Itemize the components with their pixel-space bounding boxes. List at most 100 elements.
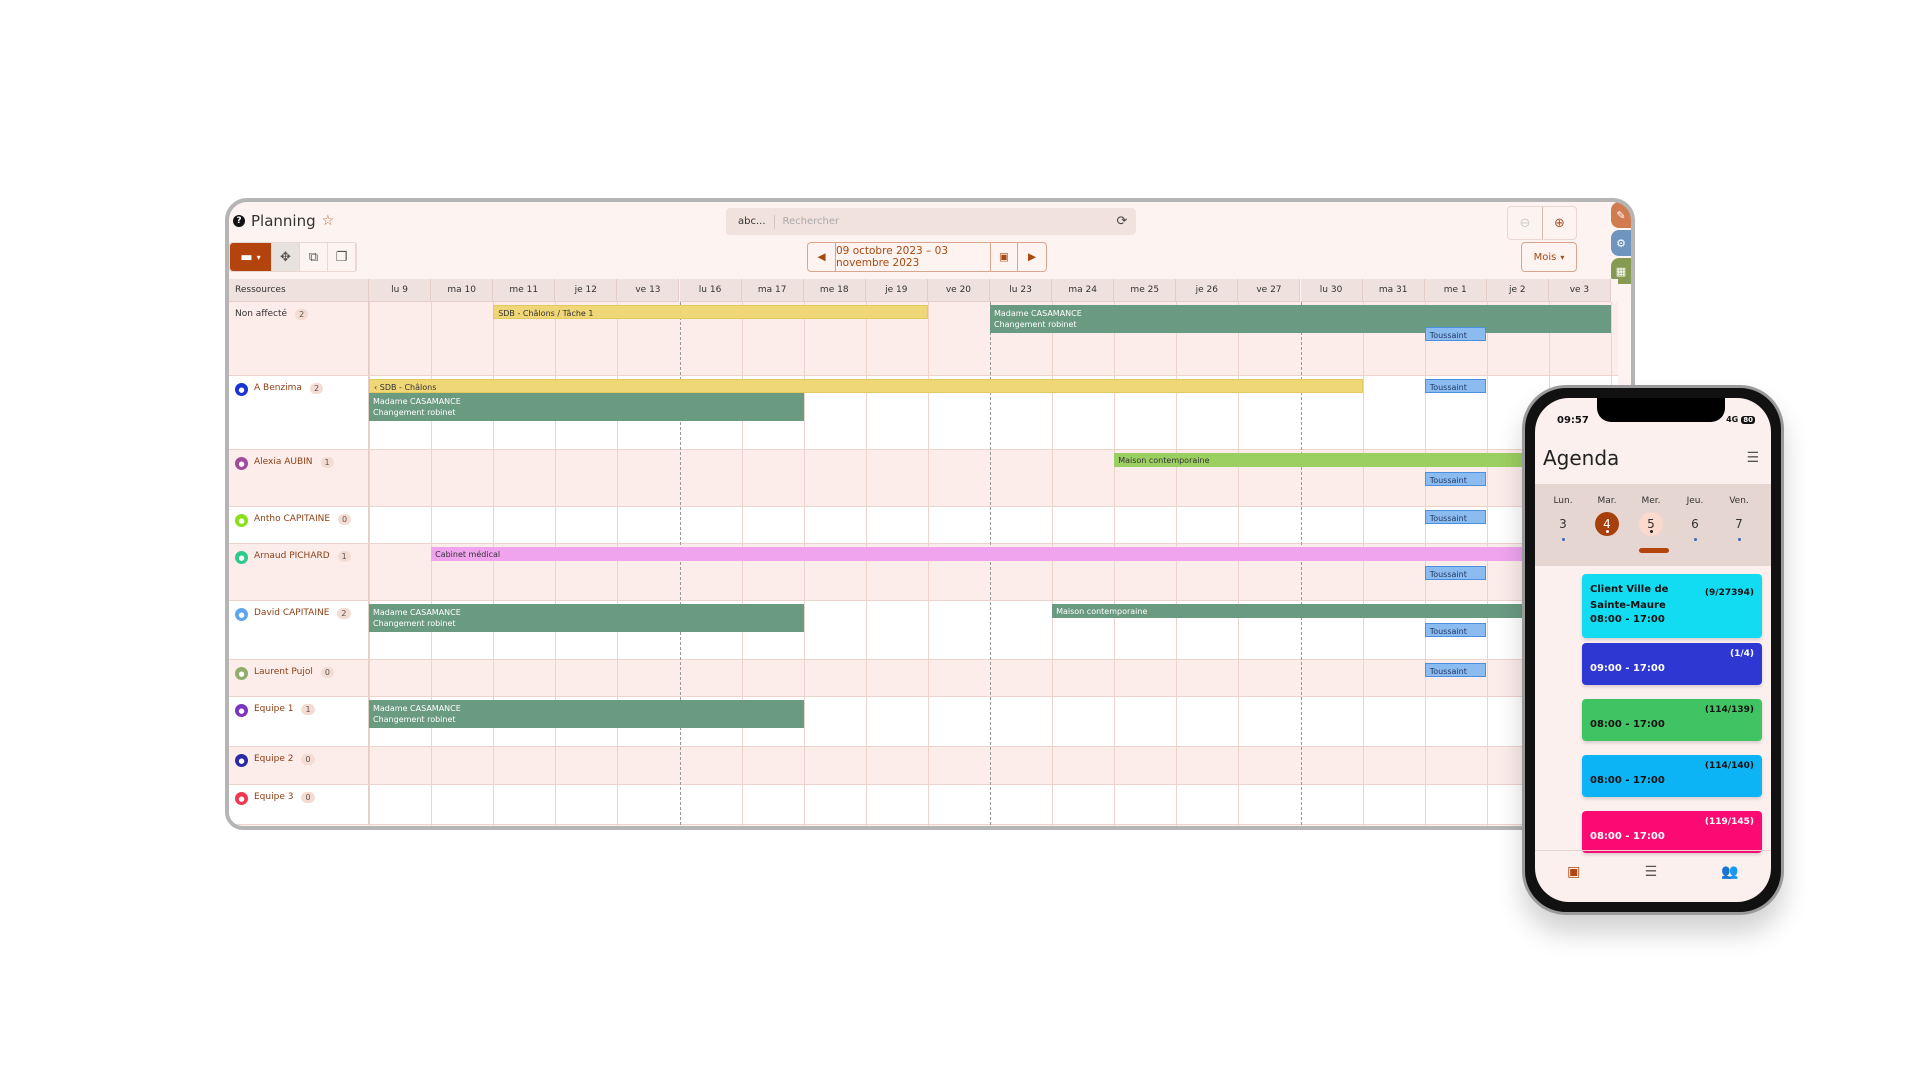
planning-event[interactable]: Toussaint — [1424, 623, 1486, 637]
planning-event[interactable]: Cabinet médical — [431, 547, 1611, 561]
event-title: Madame CASAMANCE — [994, 309, 1082, 318]
planning-event[interactable]: Madame CASAMANCE Changement robinet — [369, 393, 804, 421]
event-subtitle: Changement robinet — [373, 715, 456, 724]
week-day-label: Mar. — [1597, 496, 1617, 506]
phone-mockup: 09:57 4G 80 Agenda ☰ Lun. 3 Mar. 4 Mer. 5 Jeu.… — [1522, 385, 1784, 915]
resource-label[interactable]: ● Arnaud PICHARD 1 — [229, 544, 369, 600]
event-title: ‹ SDB - Châlons — [374, 383, 437, 392]
search-input[interactable]: Rechercher — [775, 216, 1108, 227]
resource-row[interactable]: ● Antho CAPITAINE 0 — [229, 507, 1618, 544]
week-day[interactable]: Mer. 5 — [1631, 496, 1671, 536]
week-day[interactable]: Jeu. 6 — [1675, 496, 1715, 541]
move-button[interactable]: ✥ — [272, 243, 300, 271]
favorite-star-icon[interactable]: ☆ — [322, 213, 335, 229]
event-title: Toussaint — [1429, 667, 1467, 676]
phone-notch — [1597, 398, 1725, 422]
team-avatar-icon: ● — [235, 792, 248, 805]
agenda-event-count: (114/140) — [1704, 761, 1754, 771]
move-icon: ✥ — [280, 249, 291, 265]
tab-list-icon[interactable]: ☰ — [1645, 864, 1658, 880]
week-strip-handle[interactable] — [1639, 548, 1669, 553]
date-range-label[interactable]: 09 octobre 2023 – 03 novembre 2023 — [836, 243, 991, 271]
event-title: Toussaint — [1429, 476, 1467, 485]
agenda-event-card[interactable]: 08:00 - 17:00 (114/140) — [1582, 755, 1762, 797]
planning-event[interactable]: Toussaint — [1424, 566, 1486, 580]
resource-label[interactable]: ● Equipe 2 0 — [229, 747, 369, 784]
hamburger-menu-icon[interactable]: ☰ — [1746, 450, 1759, 466]
agenda-event-time: 09:00 - 17:00 — [1590, 663, 1665, 674]
week-strip: Lun. 3 Mar. 4 Mer. 5 Jeu. 6 Ven. 7 — [1535, 484, 1771, 566]
agenda-event-time: 08:00 - 17:00 — [1590, 775, 1665, 786]
agenda-event-card[interactable]: 08:00 - 17:00 (119/145) — [1582, 811, 1762, 853]
resource-row[interactable]: ● Laurent Pujol 0 — [229, 660, 1618, 697]
agenda-event-time: 08:00 - 17:00 — [1590, 614, 1665, 625]
view-mode-select[interactable]: Mois ▾ — [1521, 242, 1577, 272]
day-header: me 18 — [803, 279, 866, 302]
agenda-event-count: (119/145) — [1704, 817, 1754, 827]
event-indicator-dot — [1561, 538, 1565, 541]
resource-view-dropdown-button[interactable]: ▬ ▾ — [230, 243, 272, 271]
zoom-out-icon[interactable]: ⊖ — [1508, 207, 1542, 239]
resource-name: Antho CAPITAINE — [254, 514, 331, 524]
week-day[interactable]: Lun. 3 — [1543, 496, 1583, 541]
resource-label[interactable]: ● Antho CAPITAINE 0 — [229, 507, 369, 543]
event-subtitle: Changement robinet — [373, 619, 456, 628]
search-mode-toggle[interactable]: abc... — [726, 214, 775, 229]
planning-event[interactable]: Toussaint — [1424, 327, 1486, 341]
event-title: Madame CASAMANCE — [373, 704, 461, 713]
tab-people-icon[interactable]: 👥 — [1721, 864, 1738, 880]
resource-count-badge: 0 — [301, 792, 315, 803]
side-tab-edit-icon[interactable]: ✎ — [1611, 202, 1631, 228]
refresh-icon[interactable]: ⟳ — [1108, 214, 1136, 229]
planning-window: ? Planning ☆ abc... Rechercher ⟳ ⊖ ⊕ ✎ ⚙… — [225, 198, 1635, 830]
resource-name: Alexia AUBIN — [254, 457, 313, 467]
agenda-event-card[interactable]: Client Ville de Sainte-Maure 08:00 - 17:0… — [1582, 574, 1762, 638]
copy-button[interactable]: ❐ — [328, 243, 356, 271]
event-title: Madame CASAMANCE — [373, 397, 461, 406]
day-header: lu 16 — [679, 279, 742, 302]
resource-count-badge: 2 — [295, 309, 309, 320]
planning-event[interactable]: SDB - Châlons / Tâche 1 — [493, 305, 928, 319]
side-tab-settings-icon[interactable]: ⚙ — [1611, 230, 1631, 256]
week-day-number: 7 — [1735, 517, 1743, 531]
resource-count-badge: 1 — [337, 551, 351, 562]
network-label: 4G — [1726, 415, 1739, 424]
resource-label[interactable]: ● Alexia AUBIN 1 — [229, 450, 369, 506]
resource-label[interactable]: ● David CAPITAINE 2 — [229, 601, 369, 659]
planning-event[interactable]: Madame CASAMANCE Changement robinet — [990, 305, 1611, 333]
planning-event[interactable]: Toussaint — [1424, 510, 1486, 524]
week-day[interactable]: Mar. 4 — [1587, 496, 1627, 536]
duplicate-event-button[interactable]: ⧉ — [300, 243, 328, 271]
resource-label[interactable]: Non affecté 2 — [229, 302, 369, 375]
resource-row[interactable]: ● Equipe 3 0 — [229, 785, 1618, 825]
planning-event[interactable]: ‹ SDB - Châlons — [369, 379, 1363, 393]
week-day[interactable]: Ven. 7 — [1719, 496, 1759, 541]
resource-label[interactable]: ● A Benzima 2 — [229, 376, 369, 449]
agenda-event-card[interactable]: 09:00 - 17:00 (1/4) — [1582, 643, 1762, 685]
planning-event[interactable]: Madame CASAMANCE Changement robinet — [369, 700, 804, 728]
calendar-picker-button[interactable]: ▣ — [991, 243, 1018, 271]
resource-row[interactable]: ● Equipe 2 0 — [229, 747, 1618, 785]
planning-event[interactable]: Madame CASAMANCE Changement robinet — [369, 604, 804, 632]
resource-name: Equipe 1 — [254, 704, 294, 714]
page-title: Planning — [251, 212, 316, 230]
resource-label[interactable]: ● Equipe 3 0 — [229, 785, 369, 824]
tab-calendar-icon[interactable]: ▣ — [1567, 864, 1580, 880]
agenda-event-card[interactable]: 08:00 - 17:00 (114/139) — [1582, 699, 1762, 741]
resource-label[interactable]: ● Laurent Pujol 0 — [229, 660, 369, 696]
planning-event[interactable]: Toussaint — [1424, 472, 1486, 486]
zoom-in-icon[interactable]: ⊕ — [1542, 207, 1576, 239]
prev-period-button[interactable]: ◀ — [808, 243, 836, 271]
planning-event[interactable]: Toussaint — [1424, 663, 1486, 677]
day-header: ma 24 — [1052, 279, 1115, 302]
search-bar[interactable]: abc... Rechercher ⟳ — [726, 208, 1136, 235]
help-icon[interactable]: ? — [233, 215, 245, 227]
resource-count-badge: 2 — [309, 383, 324, 394]
next-period-button[interactable]: ▶ — [1018, 243, 1046, 271]
team-icon: ▬ — [240, 249, 253, 265]
agenda-event-count: (9/27394) — [1704, 588, 1754, 598]
caret-right-icon: ▶ — [1027, 251, 1037, 263]
planning-event[interactable]: Toussaint — [1424, 379, 1486, 393]
user-avatar-icon: ● — [235, 667, 248, 680]
resource-label[interactable]: ● Equipe 1 1 — [229, 697, 369, 746]
